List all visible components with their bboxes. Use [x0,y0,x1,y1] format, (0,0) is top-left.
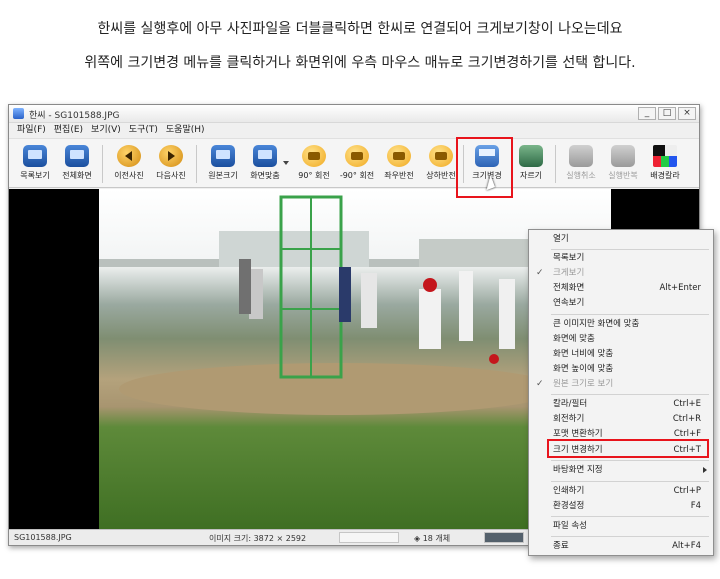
ctx-separator [551,481,709,482]
rotate-90-label: 90° 회전 [298,171,330,180]
ctx-separator [551,314,709,315]
list-view-label: 목록보기 [20,171,50,180]
ctx-item-color-filter[interactable]: 칼라/필터 Ctrl+E [529,397,713,412]
toolbar-separator [555,145,556,183]
fullscreen-button[interactable]: 전체화면 [55,143,99,185]
fit-screen-dropdown-icon[interactable] [283,161,289,165]
original-size-button[interactable]: 원본크기 [201,143,245,185]
ctx-item-list-view[interactable]: 목록보기 [529,251,713,266]
undo-label: 실행취소 [566,171,596,180]
ctx-item-large-view[interactable]: ✓ 크게보기 [529,266,713,281]
flip-horizontal-label: 좌우반전 [384,171,414,180]
context-menu: 열기 목록보기 ✓ 크게보기 전체화면 Alt+Enter 연속보기 큰 이미지만 … [528,229,714,556]
ctx-item-print[interactable]: 인쇄하기 Ctrl+P [529,484,713,499]
ctx-item-fit-height[interactable]: 화면 높이에 맞춤 [529,362,713,377]
check-icon: ✓ [536,268,544,278]
maximize-button[interactable]: □ [658,107,676,120]
ctx-separator [551,536,709,537]
ctx-item-rotate[interactable]: 회전하기 Ctrl+R [529,412,713,427]
ctx-separator [551,394,709,395]
submenu-arrow-icon [703,467,707,473]
crop-label: 자르기 [519,171,543,180]
background-color-button[interactable]: 배경칼라 [643,143,687,185]
fullscreen-label: 전체화면 [62,171,92,180]
fit-screen-button[interactable]: 화면맞춤 [243,143,287,185]
ctx-item-exit[interactable]: 종료 Alt+F4 [529,539,713,554]
redo-label: 실행반복 [608,171,638,180]
window-controls: _ □ × [636,107,696,120]
ctx-item-open[interactable]: 열기 [529,232,713,247]
toolbar-separator [196,145,197,183]
previous-photo-label: 이전사진 [114,171,144,180]
status-filename: SG101588.JPG [14,533,72,542]
menu-view[interactable]: 보기(V) [91,123,121,138]
status-image-size: 이미지 크기: 3872 × 2592 [209,534,307,543]
list-view-icon [23,145,47,167]
original-size-icon [211,145,235,167]
menu-tools[interactable]: 도구(T) [129,123,158,138]
ctx-item-fit-screen[interactable]: 화면에 맞춤 [529,332,713,347]
previous-photo-button[interactable]: 이전사진 [107,143,151,185]
minimize-button[interactable]: _ [638,107,656,120]
ctx-separator [551,516,709,517]
menu-help[interactable]: 도움말(H) [166,123,205,138]
ctx-item-fit-width[interactable]: 화면 너비에 맞춤 [529,347,713,362]
redo-icon [611,145,635,167]
close-button[interactable]: × [678,107,696,120]
original-size-label: 원본크기 [208,171,238,180]
crop-button[interactable]: 자르기 [509,143,553,185]
undo-button[interactable]: 실행취소 [559,143,603,185]
caption-line-1: 한씨를 실행후에 아무 사진파일을 더블클릭하면 한씨로 연결되어 크게보기창이… [97,21,623,37]
list-view-button[interactable]: 목록보기 [13,143,57,185]
flip-horizontal-icon [387,145,411,167]
ctx-separator [551,249,709,250]
caption-line-2: 위쪽에 크기변경 메뉴를 클릭하거나 화면위에 우측 마우스 매뉴로 크기변경하… [84,55,636,71]
resize-menu-highlight-box [547,439,709,458]
undo-icon [569,145,593,167]
fit-screen-icon [253,145,277,167]
fit-screen-label: 화면맞춤 [250,171,280,180]
next-photo-label: 다음사진 [156,171,186,180]
menu-file[interactable]: 파일(F) [17,123,46,138]
ctx-separator [551,460,709,461]
previous-icon [117,145,141,167]
app-logo-icon [13,108,24,119]
rotate-ccw-icon [345,145,369,167]
ctx-item-slideshow[interactable]: 연속보기 [529,296,713,311]
rotate-minus-90-button[interactable]: -90° 회전 [335,143,379,185]
flip-vertical-icon [429,145,453,167]
window-title: 한씨 - SG101588.JPG [29,111,120,121]
rotate-minus-90-label: -90° 회전 [339,171,375,180]
flip-horizontal-button[interactable]: 좌우반전 [377,143,421,185]
resize-highlight-box [456,137,513,198]
ctx-item-settings[interactable]: 환경설정 F4 [529,499,713,514]
check-icon: ✓ [536,379,544,389]
background-color-label: 배경칼라 [650,171,680,180]
ctx-item-original-size[interactable]: ✓ 원본 크기로 보기 [529,377,713,392]
rotate-90-button[interactable]: 90° 회전 [292,143,336,185]
status-progress [484,532,524,543]
status-cell [339,532,399,543]
ctx-item-fullscreen[interactable]: 전체화면 Alt+Enter [529,281,713,296]
ctx-item-file-properties[interactable]: 파일 속성 [529,519,713,534]
fullscreen-icon [65,145,89,167]
menu-edit[interactable]: 편집(E) [54,123,83,138]
title-bar: 한씨 - SG101588.JPG _ □ × [9,105,699,123]
next-photo-button[interactable]: 다음사진 [149,143,193,185]
rotate-cw-icon [302,145,326,167]
next-icon [159,145,183,167]
redo-button[interactable]: 실행반복 [601,143,645,185]
toolbar-separator [102,145,103,183]
toolbar: 목록보기 전체화면 이전사진 다음사진 원본크기 화면맞춤 90° 회전 -90… [9,138,699,188]
ctx-item-set-wallpaper[interactable]: 바탕화면 지정 [529,463,713,478]
status-count: ◈ 18 개체 [414,534,451,543]
menu-bar: 파일(F) 편집(E) 보기(V) 도구(T) 도움말(H) [9,123,699,138]
ctx-item-fit-large-only[interactable]: 큰 이미지만 화면에 맞춤 [529,317,713,332]
crop-icon [519,145,543,167]
background-color-icon [653,145,677,167]
